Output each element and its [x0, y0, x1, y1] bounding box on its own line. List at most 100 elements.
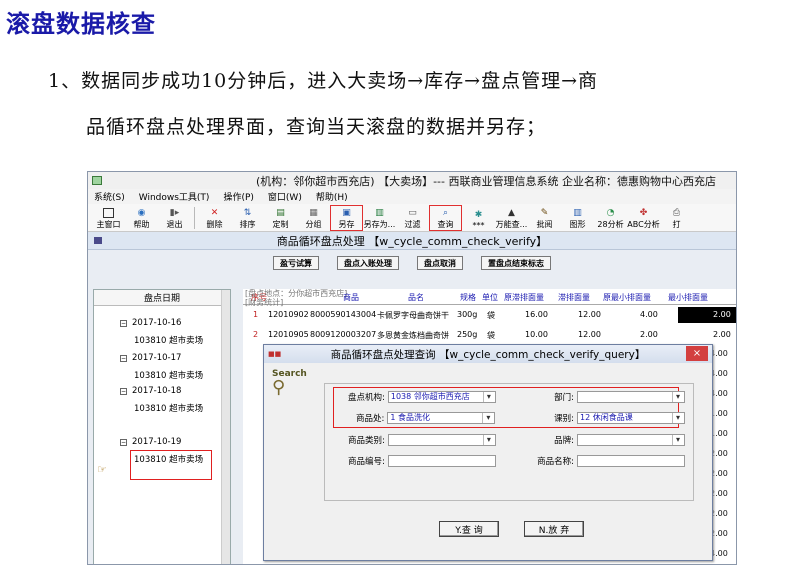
abc-icon: ✤: [639, 208, 648, 218]
product-code-input[interactable]: [387, 455, 496, 467]
toolbar-abc-analysis[interactable]: ✤ ABC分析: [627, 205, 660, 231]
cancel-button[interactable]: N.放 弃: [524, 521, 584, 537]
analysis-icon: ◔: [606, 208, 615, 218]
save-as-icon: ▣: [342, 208, 351, 218]
doc-heading: 滚盘数据核查: [6, 10, 156, 38]
group-icon: ▦: [309, 208, 318, 218]
doc-step-line-1: 1、数据同步成功10分钟后，进入大卖场→库存→盘点管理→商: [48, 70, 599, 92]
toolbar-print[interactable]: ⎙ 打: [660, 205, 693, 231]
col-spec: 规格: [460, 293, 476, 302]
toolbar-exit[interactable]: ▮▸ 退出: [158, 205, 191, 231]
toolbar-query[interactable]: ⌕ 查询: [429, 205, 462, 231]
collapse-icon: −: [120, 388, 127, 395]
collapse-icon: −: [120, 439, 127, 446]
toolbar-save-as-file[interactable]: ▥ 另存为...: [363, 205, 396, 231]
doc-step-line-2: 品循环盘点处理界面，查询当天滚盘的数据并另存；: [86, 116, 547, 138]
tree-date-node[interactable]: −2017-10-17: [120, 353, 181, 363]
col-product: 商品: [343, 293, 359, 302]
toolbar-delete[interactable]: ✕ 删除: [198, 205, 231, 231]
star-icon: ✱: [474, 210, 483, 220]
col-orig-face: 原滞排面量: [504, 293, 544, 302]
table-row[interactable]: 1 12010902 8000590143004 卡佩罗字母曲奇饼干 300g …: [243, 305, 736, 325]
pointing-hand-icon: ☞: [97, 463, 107, 476]
collapse-icon: −: [120, 355, 127, 362]
section-select[interactable]: 12 休闲食品课: [577, 412, 685, 424]
toolbar-separator: [194, 207, 195, 229]
query-button[interactable]: Y.查 询: [439, 521, 499, 537]
brand-select[interactable]: [577, 434, 685, 446]
set-end-flag-button[interactable]: 置盘点结束标志: [481, 256, 551, 270]
universal-search-icon: ▲: [508, 208, 515, 218]
toolbar-28-analysis[interactable]: ◔ 28分析: [594, 205, 627, 231]
toolbar-chart[interactable]: ▥ 图形: [561, 205, 594, 231]
window-title-bar: 商品循环盘点处理 【w_cycle_comm_check_verify】: [88, 232, 736, 250]
product-name-input[interactable]: [577, 455, 685, 467]
dialog-app-icon: ■■: [268, 350, 282, 358]
menu-operation[interactable]: 操作(P): [223, 190, 253, 203]
product-code-field: 商品编号:: [348, 455, 496, 467]
tree-store-node[interactable]: 103810 超市卖场: [134, 402, 203, 414]
section-field: 课别: 12 休闲食品课: [522, 412, 685, 424]
col-orig-min: 原最小排面量: [603, 293, 651, 302]
toolbar-save-as[interactable]: ▣ 另存: [330, 205, 363, 231]
toolbar-filter[interactable]: ▭ 过滤: [396, 205, 429, 231]
toolbar-universal-search[interactable]: ▲ 万能查...: [495, 205, 528, 231]
sort-icon: ⇅: [243, 208, 252, 218]
stocktake-post-button[interactable]: 盘点入账处理: [337, 256, 399, 270]
menu-system[interactable]: 系统(S): [94, 190, 125, 203]
search-icon: ⌕: [442, 208, 449, 218]
stocktake-cancel-button[interactable]: 盘点取消: [417, 256, 463, 270]
profit-loss-trial-button[interactable]: 盈亏试算: [273, 256, 319, 270]
brand-field: 品牌:: [522, 434, 685, 446]
toolbar-star[interactable]: ✱ ***: [462, 205, 495, 231]
division-field: 商品处: 1 食品洗化: [356, 412, 496, 424]
menu-window[interactable]: 窗口(W): [268, 190, 302, 203]
dept-field: 部门:: [522, 391, 685, 403]
tree-scrollbar[interactable]: [221, 290, 230, 564]
org-select[interactable]: 1038 邻你超市西充店: [387, 391, 496, 403]
tree-date-node[interactable]: −2017-10-16: [120, 318, 181, 328]
category-select[interactable]: [387, 434, 496, 446]
toolbar-main-window[interactable]: 主窗口: [92, 205, 125, 231]
tree-date-node[interactable]: −2017-10-19: [120, 437, 181, 447]
dept-select[interactable]: [577, 391, 685, 403]
dialog-close-button[interactable]: ×: [686, 346, 708, 361]
division-select[interactable]: 1 食品洗化: [387, 412, 496, 424]
toolbar-help[interactable]: ◉ 帮助: [125, 205, 158, 231]
custom-icon: ▤: [276, 208, 285, 218]
app-screenshot: (机构：邻你超市西充店) 【大卖场】--- 西联商业管理信息系统 企业名称：德惠…: [87, 171, 737, 565]
table-row[interactable]: 2 12010905 8009120003207 多恩黄金炼档曲奇饼 250g …: [243, 325, 736, 345]
toolbar-sort[interactable]: ⇅ 排序: [231, 205, 264, 231]
toolbar-review[interactable]: ✎ 批阅: [528, 205, 561, 231]
category-field: 商品类别:: [348, 434, 496, 446]
help-icon: ◉: [137, 208, 146, 218]
col-min: 最小排面量: [668, 293, 708, 302]
app-icon: [92, 176, 102, 185]
window-icon: [94, 237, 102, 244]
col-name: 品名: [408, 293, 424, 302]
col-unit: 单位: [482, 293, 498, 302]
menu-windows-tools[interactable]: Windows工具(T): [139, 190, 210, 203]
action-row: 盈亏试算 盘点入账处理 盘点取消 置盘点结束标志: [88, 250, 736, 276]
menu-help[interactable]: 帮助(H): [316, 190, 348, 203]
collapse-icon: −: [120, 320, 127, 327]
review-icon: ✎: [540, 208, 549, 218]
col-face: 滞排面量: [558, 293, 590, 302]
tree-date-node[interactable]: −2017-10-18: [120, 386, 181, 396]
app-titlebar: (机构：邻你超市西充店) 【大卖场】--- 西联商业管理信息系统 企业名称：德惠…: [88, 172, 736, 189]
query-dialog: ■■ 商品循环盘点处理查询 【w_cycle_comm_check_verify…: [263, 344, 713, 561]
window-title: 商品循环盘点处理 【w_cycle_comm_check_verify】: [276, 234, 548, 248]
toolbar-custom[interactable]: ▤ 定制: [264, 205, 297, 231]
tree-store-node[interactable]: 103810 超市卖场: [134, 369, 203, 381]
highlight-box: [130, 450, 212, 480]
window-icon: [103, 208, 114, 218]
tree-store-node[interactable]: 103810 超市卖场: [134, 334, 203, 346]
save-as-file-icon: ▥: [375, 208, 384, 218]
filter-icon: ▭: [408, 208, 417, 218]
dialog-title: 商品循环盘点处理查询 【w_cycle_comm_check_verify_qu…: [330, 348, 646, 361]
menu-bar: 系统(S) Windows工具(T) 操作(P) 窗口(W) 帮助(H): [88, 189, 736, 204]
key-icon: ⚲: [272, 377, 286, 398]
org-field: 盘点机构: 1038 邻你超市西充店: [348, 391, 496, 403]
toolbar-group[interactable]: ▦ 分组: [297, 205, 330, 231]
toolbar: 主窗口 ◉ 帮助 ▮▸ 退出 ✕ 删除 ⇅ 排序 ▤ 定制 ▦ 分组 ▣ 另存 ▥ 另存为...…: [88, 204, 736, 232]
